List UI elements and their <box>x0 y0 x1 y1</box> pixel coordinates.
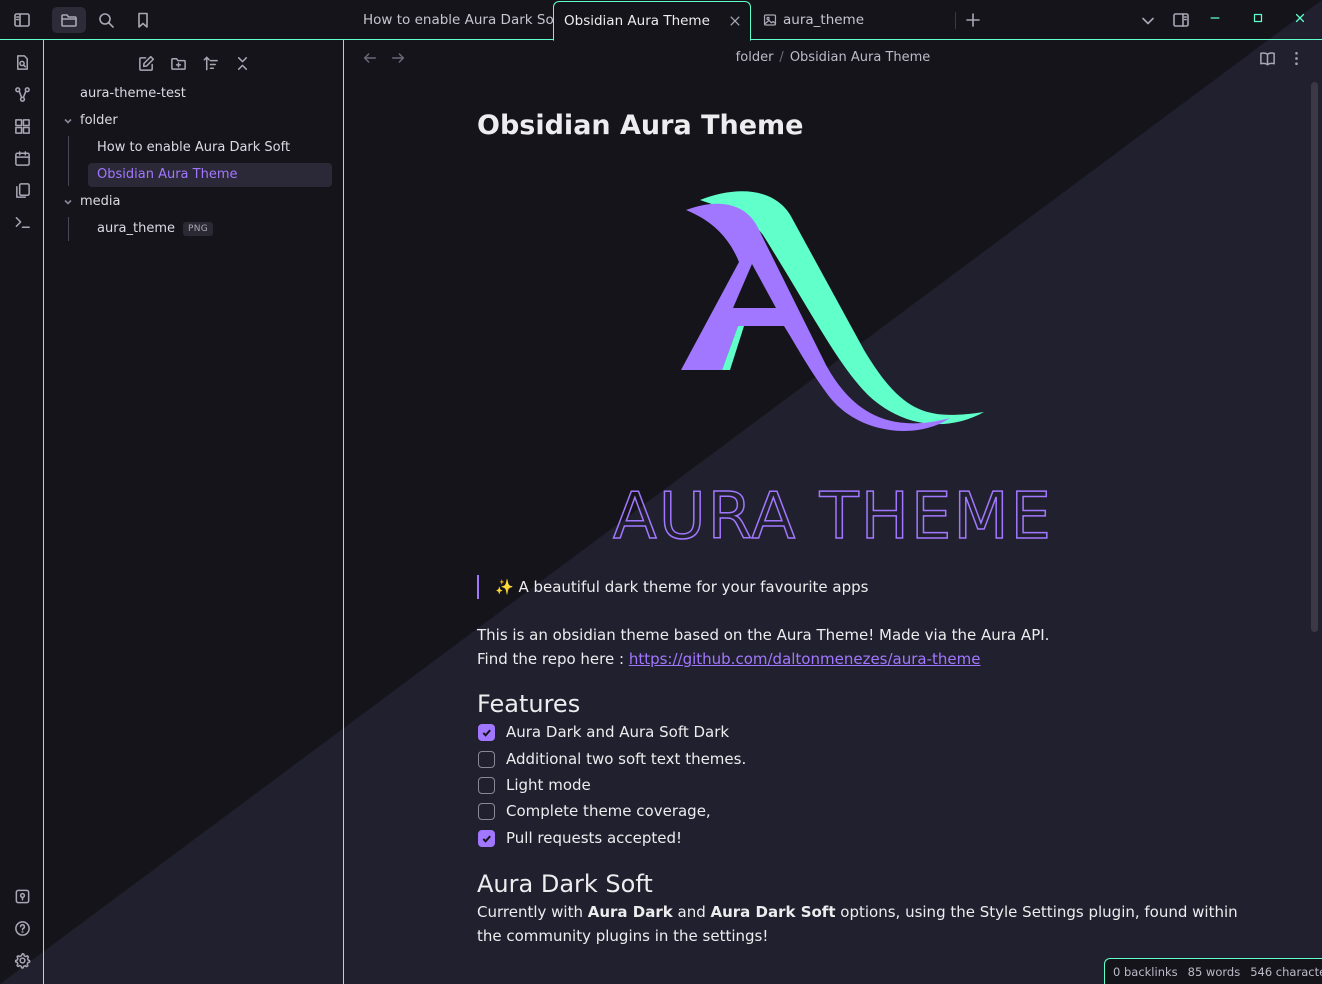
tab-label: aura_theme <box>783 12 865 28</box>
tab-label: Obsidian Aura Theme <box>564 13 710 29</box>
more-options-icon[interactable] <box>1288 50 1305 67</box>
note-title: Obsidian Aura Theme <box>477 110 804 141</box>
task-item: Light mode <box>478 773 591 797</box>
file-type-badge: PNG <box>183 222 214 236</box>
quick-switcher-icon[interactable] <box>12 52 32 72</box>
character-count: 546 characters <box>1250 964 1322 979</box>
new-folder-icon[interactable] <box>168 53 188 73</box>
word-count: 85 words <box>1187 964 1241 979</box>
help-icon[interactable] <box>12 918 32 938</box>
task-item: Complete theme coverage, <box>478 799 711 823</box>
text-run: Currently with <box>477 903 588 921</box>
sort-order-icon[interactable] <box>200 53 220 73</box>
minimize-window-icon[interactable] <box>1208 11 1222 25</box>
canvas-grid-icon[interactable] <box>12 116 32 136</box>
tab-how-to-enable[interactable]: How to enable Aura Dark Soft <box>353 0 564 40</box>
chevron-down-icon[interactable] <box>62 115 74 127</box>
soft-paragraph-line-1: Currently with Aura Dark and Aura Dark S… <box>477 900 1238 924</box>
backlinks-count[interactable]: 0 backlinks <box>1113 965 1178 979</box>
new-tab-plus-icon[interactable] <box>964 11 982 29</box>
maximize-window-icon[interactable] <box>1251 11 1265 25</box>
search-icon[interactable] <box>89 7 123 33</box>
file-item-obsidian-aura-theme[interactable]: Obsidian Aura Theme <box>88 163 332 187</box>
templates-copy-icon[interactable] <box>12 180 32 200</box>
file-item-aura-theme[interactable]: aura_theme PNG <box>97 217 214 241</box>
tab-separator <box>955 12 956 29</box>
tab-aura-theme-image[interactable]: aura_theme <box>753 0 953 40</box>
bookmark-icon[interactable] <box>126 7 160 33</box>
tab-list-chevron-down-icon[interactable] <box>1139 12 1157 30</box>
left-ribbon <box>0 40 44 984</box>
checkbox-checked[interactable] <box>478 829 495 847</box>
task-label: Light mode <box>506 776 591 794</box>
repo-link[interactable]: https://github.com/daltonmenezes/aura-th… <box>629 650 981 668</box>
breadcrumb-current[interactable]: Obsidian Aura Theme <box>790 50 931 65</box>
files-tab-folder-icon[interactable] <box>52 7 86 33</box>
intro-line-2: Find the repo here : https://github.com/… <box>477 647 980 671</box>
graph-view-icon[interactable] <box>12 84 32 104</box>
folder-item-folder[interactable]: folder <box>80 109 118 133</box>
aura-logo-image: AURA THEME <box>588 180 1078 560</box>
bold-text: Aura Dark Soft <box>710 903 836 921</box>
task-label: Complete theme coverage, <box>506 802 711 820</box>
reading-view-book-icon[interactable] <box>1259 50 1276 67</box>
breadcrumb: folder / Obsidian Aura Theme <box>344 48 1322 68</box>
toggle-right-sidebar-icon[interactable] <box>1172 11 1190 29</box>
task-item: Pull requests accepted! <box>478 826 682 850</box>
checkbox-checked[interactable] <box>478 723 495 741</box>
command-palette-terminal-icon[interactable] <box>12 212 32 232</box>
logo-wordmark: AURA THEME <box>613 480 1053 554</box>
image-icon <box>763 13 777 27</box>
close-tab-icon[interactable] <box>728 14 742 28</box>
file-name: aura_theme <box>97 221 176 236</box>
task-label: Pull requests accepted! <box>506 829 683 847</box>
file-item-how-to-enable[interactable]: How to enable Aura Dark Soft <box>97 136 290 160</box>
tab-label: How to enable Aura Dark Soft <box>363 12 564 28</box>
status-bar: 0 backlinks 85 words 546 characters <box>1104 958 1322 984</box>
checkbox-unchecked[interactable] <box>478 802 495 820</box>
collapse-all-icon[interactable] <box>232 53 252 73</box>
file-explorer: aura-theme-test folder How to enable Aur… <box>44 40 344 984</box>
toggle-left-sidebar-icon[interactable] <box>5 7 39 33</box>
intro-line-1: This is an obsidian theme based on the A… <box>477 626 1050 644</box>
soft-paragraph-line-2: the community plugins in the settings! <box>477 927 769 945</box>
checkbox-unchecked[interactable] <box>478 776 495 794</box>
task-item: Additional two soft text themes. <box>478 747 746 771</box>
chevron-down-icon[interactable] <box>62 196 74 208</box>
task-item: Aura Dark and Aura Soft Dark <box>478 720 729 744</box>
editor-scrollbar[interactable] <box>1311 82 1318 632</box>
text-run: and <box>672 903 711 921</box>
features-heading: Features <box>477 690 581 718</box>
close-window-icon[interactable] <box>1293 11 1307 25</box>
breadcrumb-parent[interactable]: folder <box>736 50 774 65</box>
text-run: options, using the Style Settings plugin… <box>835 903 1238 921</box>
tree-indent-guide <box>68 136 69 186</box>
daily-note-calendar-icon[interactable] <box>12 148 32 168</box>
aura-dark-soft-heading: Aura Dark Soft <box>477 870 653 898</box>
folder-item-media[interactable]: media <box>80 190 121 214</box>
vault-root-label[interactable]: aura-theme-test <box>80 82 186 106</box>
vault-switcher-icon[interactable] <box>12 886 32 906</box>
task-label: Additional two soft text themes. <box>506 750 747 768</box>
settings-gear-icon[interactable] <box>12 950 32 970</box>
checkbox-unchecked[interactable] <box>478 750 495 768</box>
intro-prefix: Find the repo here : <box>477 650 629 668</box>
blockquote: ✨ A beautiful dark theme for your favour… <box>477 575 868 599</box>
new-note-icon[interactable] <box>136 53 156 73</box>
task-label: Aura Dark and Aura Soft Dark <box>506 723 730 741</box>
tab-bar: How to enable Aura Dark Soft Obsidian Au… <box>344 0 1322 41</box>
sidebar-header <box>0 0 344 40</box>
breadcrumb-separator: / <box>779 50 784 65</box>
tree-indent-guide <box>68 217 69 241</box>
bold-text: Aura Dark <box>587 903 673 921</box>
tab-obsidian-aura-theme[interactable]: Obsidian Aura Theme <box>553 1 751 41</box>
